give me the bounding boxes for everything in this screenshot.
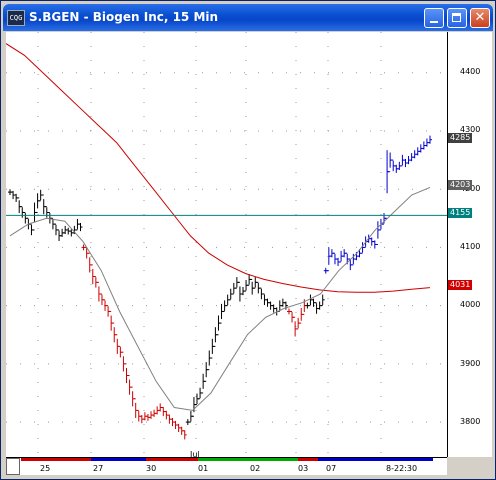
close-button[interactable]: ✕ xyxy=(470,8,490,28)
long-moving-average xyxy=(6,43,431,293)
session-segment xyxy=(318,458,378,461)
date-axis[interactable]: 25 27 30 01 02 03 07 8-22:30 xyxy=(6,457,447,475)
level-line-flag: 4155 xyxy=(448,208,473,218)
price-axis: 4400 4300 4200 4100 4000 3900 3800 4285 … xyxy=(447,32,492,457)
price-tick: 4100 xyxy=(460,242,481,251)
session-segment xyxy=(91,458,146,461)
close-icon: ✕ xyxy=(474,10,486,25)
minimize-icon xyxy=(430,21,438,23)
date-tick: 25 xyxy=(40,464,51,473)
date-tick: 27 xyxy=(93,464,104,473)
session-segment xyxy=(243,458,298,461)
long-ma-flag: 4031 xyxy=(448,280,473,290)
price-tick: 3800 xyxy=(460,417,481,426)
title-bar[interactable]: CQG S.BGEN - Biogen Inc, 15 Min ✕ xyxy=(3,4,493,31)
session-segment xyxy=(298,458,318,461)
last-price-flag: 4285 xyxy=(448,133,473,143)
chart-window: CQG S.BGEN - Biogen Inc, 15 Min ✕ 4400 4… xyxy=(0,0,496,480)
date-tick: 30 xyxy=(146,464,157,473)
session-segment xyxy=(198,458,243,461)
date-tick: 8-22:30 xyxy=(386,464,418,473)
session-segment xyxy=(378,458,433,461)
date-tick: 02 xyxy=(250,464,261,473)
session-bar xyxy=(21,458,433,461)
price-tick: 4000 xyxy=(460,300,481,309)
price-tick: 3900 xyxy=(460,359,481,368)
date-tick: 01 xyxy=(198,464,209,473)
price-tick: 4400 xyxy=(460,67,481,76)
minimize-button[interactable] xyxy=(424,8,444,28)
date-tick: 07 xyxy=(326,464,337,473)
session-segment xyxy=(21,458,91,461)
short-ma-flag: 4203 xyxy=(448,180,473,190)
maximize-icon xyxy=(452,13,461,22)
window-title: S.BGEN - Biogen Inc, 15 Min xyxy=(29,10,219,24)
price-chart[interactable] xyxy=(6,32,447,457)
short-moving-average xyxy=(9,186,431,411)
session-segment xyxy=(146,458,198,461)
app-icon[interactable]: CQG xyxy=(7,10,25,26)
maximize-button[interactable] xyxy=(447,8,467,28)
date-tick: 03 xyxy=(298,464,309,473)
